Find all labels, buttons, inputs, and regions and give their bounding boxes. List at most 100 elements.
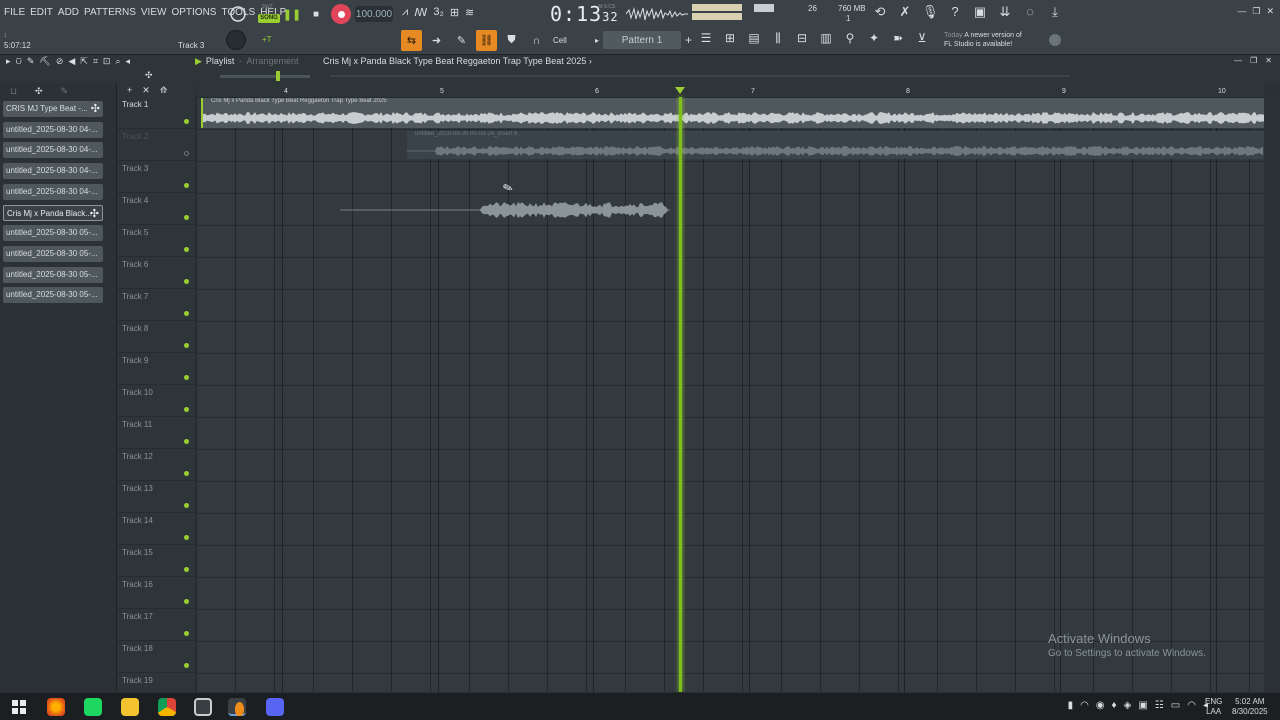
spotify-icon[interactable] [84,698,102,716]
save-icon[interactable]: ▣ [972,4,988,20]
audio-clip-track1[interactable]: Cris Mj x Panda Black Type Beat Reggaeto… [201,98,1264,128]
tempo-tap-icon[interactable]: ➽ [889,31,907,46]
track-mute-led[interactable] [184,375,189,380]
track-mute-led[interactable] [184,183,189,188]
fl-studio-icon[interactable] [228,698,246,716]
picker-clip-item[interactable]: untitled_2025-08-30 05-... [3,287,103,304]
touch-icon[interactable]: ✦ [865,31,883,46]
channel-rack-icon[interactable]: ▤ [745,31,763,46]
playhead[interactable] [679,97,682,692]
playhead-marker[interactable] [675,87,685,94]
update-icon[interactable] [1049,34,1061,46]
track-mute-led[interactable] [184,599,189,604]
zoom-icon[interactable]: ⌕ [115,56,120,67]
chrome-icon[interactable] [158,698,176,716]
master-volume-knob[interactable] [226,30,246,50]
playlist-restore-icon[interactable]: ❐ [1250,56,1257,65]
app-icon[interactable] [194,698,212,716]
tools-icon[interactable]: ✗ [897,4,913,20]
track-header[interactable]: Track 3 [117,161,195,193]
track-mute-led[interactable] [184,343,189,348]
track-header[interactable]: Track 5 [117,225,195,257]
mic-tray-icon[interactable]: ▮ [1068,700,1074,711]
pencil-icon[interactable]: ✎ [451,30,472,51]
speaker-icon[interactable]: ◂ [126,56,131,67]
discord-icon[interactable] [266,698,284,716]
app-tray-icon[interactable]: ◉ [1096,700,1105,711]
render-icon[interactable]: ⇊ [997,4,1013,20]
track-header[interactable]: Track 15 [117,545,195,577]
track-mute-led[interactable] [184,215,189,220]
menu-view[interactable]: VIEW [141,7,167,18]
help-icon[interactable]: ? [947,4,963,20]
network-tray-icon[interactable]: ☷ [1155,700,1164,711]
audio-clip-track2[interactable]: untitled_2025-08-30 05-03-24_Insert 6 [407,131,1264,159]
arrow-icon[interactable]: ➜ [426,30,447,51]
step-edit-icon[interactable]: ⊞ [450,6,459,19]
slip-icon[interactable]: ⇱ [80,56,88,67]
pattern-prev-icon[interactable]: ▸ [595,36,599,45]
picker-clip-item[interactable]: untitled_2025-08-30 04-... [3,121,103,138]
track-header[interactable]: Track 12 [117,449,195,481]
track-header[interactable]: Track 11 [117,417,195,449]
track-mute-led[interactable] [184,471,189,476]
stamp-icon[interactable]: ⛊ [501,30,522,51]
paint-icon[interactable]: ⛏ [39,56,50,67]
plugin-icon[interactable]: ⚲ [841,31,859,46]
drag-handle-icon[interactable]: ✣ [91,101,100,117]
pause-icon[interactable]: ❚❚ [283,6,301,22]
countdown-icon[interactable]: 3₂ [433,6,443,19]
picker-clip-item[interactable]: untitled_2025-08-30 05-... [3,245,103,262]
zoom-slider-thumb[interactable] [276,71,280,81]
snap-icon[interactable]: ⇆ [401,30,422,51]
start-icon[interactable] [10,698,28,716]
remove-track-icon[interactable]: ✕ [142,85,150,96]
playlist-minimize-icon[interactable]: — [1234,56,1242,65]
playlist-close-icon[interactable]: ✕ [1265,56,1272,65]
arrangement-label[interactable]: Arrangement [246,56,298,66]
playlist-grid[interactable] [196,97,1264,692]
zoom-handle-icon[interactable]: ✣ [145,70,153,81]
master-pitch-slider[interactable]: +T [262,35,272,44]
picker-clip-item[interactable]: untitled_2025-08-30 04-... [3,142,103,159]
antivirus-tray-icon[interactable]: ♦ [1112,700,1117,711]
display-tray-icon[interactable]: ▭ [1171,700,1180,711]
track-header[interactable]: Track 1 [117,97,195,129]
picker-clip-item[interactable]: untitled_2025-08-30 05-... [3,225,103,242]
track-header[interactable]: Track 10 [117,385,195,417]
track-header[interactable]: Track 8 [117,321,195,353]
select-icon[interactable]: ⊡ [103,56,111,67]
track-mute-led[interactable] [184,311,189,316]
track-mute-led[interactable] [184,503,189,508]
track-mute-led[interactable] [184,407,189,412]
record-button[interactable] [331,4,351,24]
audio-clip-track4[interactable] [340,196,670,224]
add-track-icon[interactable]: + [127,85,132,95]
magnet-icon[interactable]: ∩ [526,30,547,51]
firefox-icon[interactable] [47,698,65,716]
picker-clip-item[interactable]: untitled_2025-08-30 04-... [3,183,103,200]
track-mute-led[interactable] [184,631,189,636]
picker-clip-item[interactable]: untitled_2025-08-30 05-... [3,266,103,283]
language-indicator[interactable]: ENG LAA [1205,697,1222,717]
picker-clip-item[interactable]: CRIS MJ Type Beat -... ✣ [3,101,103,117]
mixer-icon[interactable]: ⫼ [769,31,787,46]
tempo-field[interactable]: 100.000 [355,6,393,22]
browser-icon[interactable]: ⊟ [793,31,811,46]
menu-file[interactable]: FILE [4,7,25,18]
menu-options[interactable]: OPTIONS [171,7,216,18]
zoom-slider[interactable] [220,75,310,78]
track-mute-led[interactable] [184,439,189,444]
track-header[interactable]: Track 2 [117,129,195,161]
store-tray-icon[interactable]: ▣ [1138,700,1147,711]
track-header[interactable]: Track 7 [117,289,195,321]
loop-icon[interactable] [228,4,248,24]
track-mute-led[interactable] [184,567,189,572]
restore-icon[interactable]: ❐ [1252,6,1260,17]
delete-icon[interactable]: ⊘ [56,56,64,67]
menu-edit[interactable]: EDIT [30,7,53,18]
track-mute-led[interactable] [184,535,189,540]
headset-tray-icon[interactable]: ◠ [1080,700,1089,711]
picker-clip-item[interactable]: untitled_2025-08-30 04-... [3,163,103,180]
playlist-menu-icon[interactable]: ▸ [6,56,11,67]
